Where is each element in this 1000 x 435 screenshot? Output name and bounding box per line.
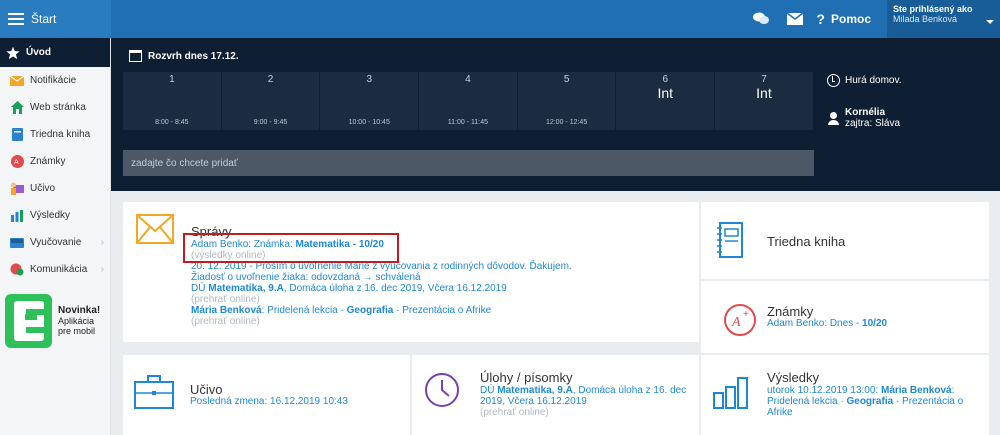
grades-title: Známky	[767, 304, 814, 319]
svg-text:A: A	[731, 315, 741, 330]
sidebar-item-web[interactable]: Web stránka	[0, 94, 110, 121]
schedule-title[interactable]: Rozvrh dnes 17.12.	[129, 50, 239, 62]
sidebar-item-vyucovanie[interactable]: Vyučovanie ›	[0, 229, 110, 256]
tasks-card[interactable]: Úlohy / písomky DÚ Matematika, 9.A, Domá…	[412, 355, 699, 435]
sidebar-item-vysledky[interactable]: Výsledky	[0, 202, 110, 229]
notebook-icon	[717, 222, 743, 258]
person-icon	[827, 111, 840, 125]
top-bar: Štart ? Pomoc Ste prihlásený ako Milada B…	[0, 0, 1000, 38]
chevron-down-icon	[986, 20, 994, 24]
hamburger-icon	[8, 13, 24, 25]
bar-chart-icon	[10, 209, 24, 223]
help-button[interactable]: ? Pomoc	[812, 11, 887, 27]
add-item-input[interactable]	[123, 150, 814, 176]
svg-text:A: A	[14, 159, 19, 166]
sidebar-item-znamky[interactable]: A Známky	[0, 148, 110, 175]
promo-line2: pre mobil	[58, 326, 96, 336]
edupage-logo	[5, 294, 52, 348]
class-book-title: Triedna kniha	[767, 234, 846, 249]
results-title: Výsledky	[767, 370, 820, 385]
schedule-period[interactable]: 2 9:00 - 9:45	[221, 72, 321, 130]
message-item[interactable]: Žiadosť o uvoľnenie žiaka: odovzdaná → s…	[191, 272, 671, 283]
teacher-icon	[10, 182, 24, 196]
sidebar-item-triedna-kniha[interactable]: Triedna kniha	[0, 121, 110, 148]
user-name: Milada Benková	[893, 14, 958, 24]
envelope-icon	[10, 74, 24, 88]
messages-card[interactable]: Správy Adam Benko: Známka: Matematika - …	[123, 202, 699, 342]
clock-icon	[425, 373, 459, 407]
results-card[interactable]: Výsledky utorok 10.12.2019 13:00: Mária …	[701, 355, 989, 435]
highlight-box	[183, 233, 399, 263]
svg-text:+: +	[743, 309, 749, 320]
message-item[interactable]: Mária Benková: Pridelená lekcia · Geogra…	[191, 305, 671, 316]
calendar-icon	[129, 50, 142, 62]
sidebar-item-uvod[interactable]: Úvod	[0, 38, 110, 67]
schedule-period[interactable]: 1 8:00 - 8:45	[123, 72, 222, 130]
star-icon	[6, 46, 20, 60]
sidebar-item-komunikacia[interactable]: Komunikácia ›	[0, 256, 110, 283]
briefcase-icon	[134, 375, 174, 409]
chat-icon	[10, 263, 24, 277]
clock-icon	[827, 74, 840, 87]
classroom-icon	[10, 236, 24, 250]
chevron-right-icon: ›	[100, 237, 104, 248]
message-item[interactable]: DÚ Matematika, 9.A, Domáca úloha z 16. d…	[191, 283, 671, 294]
nameday: Kornélia zajtra: Sláva	[827, 107, 902, 129]
schedule-period[interactable]: 5 12:00 - 12:45	[517, 72, 617, 130]
envelope-icon	[136, 214, 174, 244]
curriculum-title: Učivo	[190, 382, 223, 397]
schedule-period[interactable]: 6 Int	[616, 72, 716, 130]
promo-title: Novinka!	[58, 305, 101, 316]
grade-a-plus-icon: A+	[724, 304, 756, 336]
schedule-period[interactable]: 7 Int	[715, 72, 814, 130]
mail-icon[interactable]	[778, 0, 812, 38]
user-menu[interactable]: Ste prihlásený ako Milada Benková	[887, 0, 1000, 38]
logged-as-label: Ste prihlásený ako	[893, 4, 973, 14]
schedule-period[interactable]: 4 11:00 - 11:45	[419, 72, 518, 130]
curriculum-card[interactable]: Učivo Posledná zmena: 16.12.2019 10:43	[123, 355, 410, 435]
schedule-grid: 1 8:00 - 8:45 2 9:00 - 9:45 3 10:00 - 10:45…	[123, 72, 814, 130]
schedule-panel: Rozvrh dnes 17.12. 1 8:00 - 8:45 2 9:00 - …	[111, 38, 1000, 191]
mobile-app-promo[interactable]: Novinka! Aplikácia pre mobil	[5, 293, 108, 349]
bar-chart-icon	[713, 377, 748, 409]
question-icon: ?	[816, 11, 825, 27]
book-icon	[10, 128, 24, 142]
promo-line1: Aplikácia	[58, 316, 95, 326]
sidebar: Úvod Notifikácie Web stránka Triedna kni…	[0, 38, 111, 435]
chevron-right-icon: ›	[100, 264, 104, 275]
start-label: Štart	[31, 12, 57, 26]
sidebar-item-notifikacie[interactable]: Notifikácie	[0, 67, 110, 94]
grade-icon: A	[10, 155, 24, 169]
tasks-title: Úlohy / písomky	[480, 370, 573, 385]
chat-icon[interactable]	[744, 0, 778, 38]
home-icon	[10, 101, 24, 115]
sidebar-item-ucivo[interactable]: Učivo	[0, 175, 110, 202]
schedule-period[interactable]: 3 10:00 - 10:45	[320, 72, 420, 130]
grades-card[interactable]: A + Známky Adam Benko: Dnes - 10/20	[701, 281, 989, 353]
home-time: Hurá domov.	[827, 74, 902, 87]
start-menu-button[interactable]: Štart	[0, 0, 111, 38]
class-book-card[interactable]: Triedna kniha	[701, 202, 989, 279]
curriculum-last-change: Posledná zmena: 16.12.2019 10:43	[190, 396, 348, 407]
